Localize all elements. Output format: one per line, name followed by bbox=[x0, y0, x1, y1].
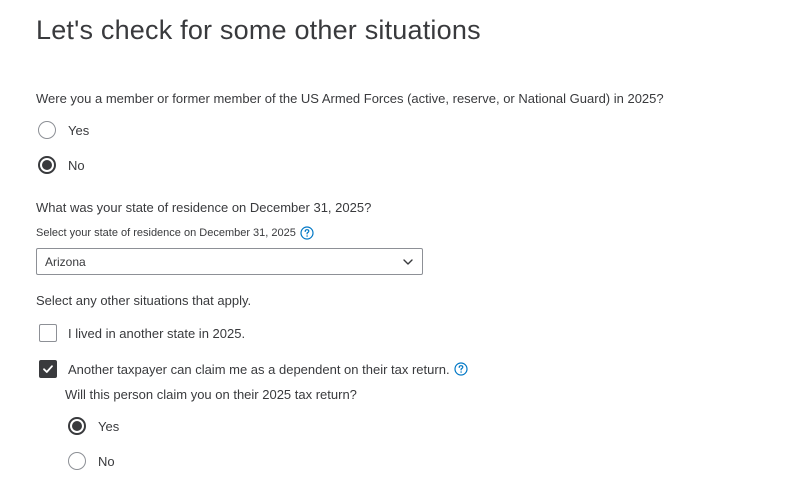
military-yes-radio[interactable] bbox=[38, 121, 56, 139]
checkmark-icon bbox=[43, 365, 53, 373]
dependent-checkbox[interactable] bbox=[39, 360, 57, 378]
dependent-claim-no-radio[interactable] bbox=[68, 452, 86, 470]
military-no-radio[interactable] bbox=[38, 156, 56, 174]
military-question: Were you a member or former member of th… bbox=[36, 91, 664, 106]
chevron-down-icon bbox=[402, 256, 414, 268]
residence-field-label-text: Select your state of residence on Decemb… bbox=[36, 227, 296, 239]
dependent-claim-yes-option[interactable]: Yes bbox=[68, 417, 119, 435]
other-state-checkbox[interactable] bbox=[39, 324, 57, 342]
situation-other-state[interactable]: I lived in another state in 2025. bbox=[39, 324, 245, 342]
other-state-label: I lived in another state in 2025. bbox=[68, 325, 246, 341]
dependent-claim-no-option[interactable]: No bbox=[68, 452, 115, 470]
state-select[interactable]: Arizona bbox=[36, 248, 423, 275]
dependent-claim-yes-radio[interactable] bbox=[68, 417, 86, 435]
dependent-claim-yes-label: Yes bbox=[98, 418, 120, 434]
state-select-value: Arizona bbox=[45, 254, 86, 269]
help-circle-icon[interactable] bbox=[300, 226, 314, 240]
military-no-option[interactable]: No bbox=[38, 156, 85, 174]
military-yes-label: Yes bbox=[68, 122, 90, 138]
military-no-label: No bbox=[68, 157, 85, 173]
military-yes-option[interactable]: Yes bbox=[38, 121, 89, 139]
residence-field-label: Select your state of residence on Decemb… bbox=[36, 226, 314, 240]
dependent-claim-no-label: No bbox=[98, 453, 115, 469]
help-circle-icon[interactable] bbox=[453, 362, 468, 376]
page-title: Let's check for some other situations bbox=[36, 15, 481, 45]
residence-question: What was your state of residence on Dece… bbox=[36, 200, 372, 215]
dependent-claim-question: Will this person claim you on their 2025… bbox=[65, 387, 357, 402]
situation-dependent[interactable]: Another taxpayer can claim me as a depen… bbox=[39, 360, 468, 378]
dependent-label: Another taxpayer can claim me as a depen… bbox=[68, 361, 450, 377]
situations-question: Select any other situations that apply. bbox=[36, 293, 252, 308]
